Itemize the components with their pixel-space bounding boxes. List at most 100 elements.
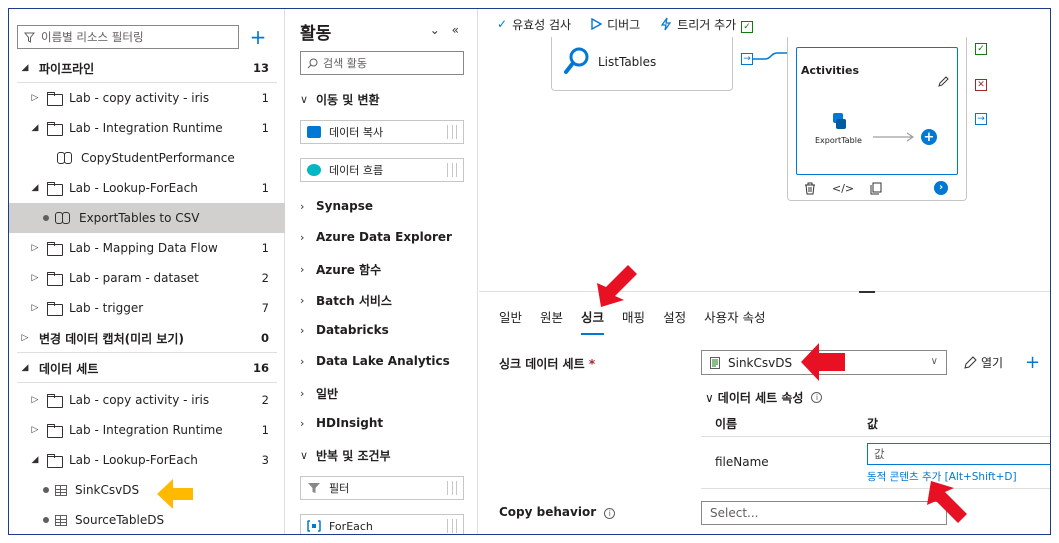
category-iteration-conditionals[interactable]: ∨ 반복 및 조건부 bbox=[300, 447, 391, 464]
category-databricks[interactable]: › Databricks bbox=[300, 323, 389, 337]
add-trigger-button[interactable]: 트리거 추가 bbox=[660, 16, 736, 33]
tab-source[interactable]: 원본 bbox=[540, 307, 563, 335]
validate-button[interactable]: ✓ 유효성 검사 bbox=[497, 16, 571, 33]
open-label: 열기 bbox=[981, 356, 1004, 370]
section-pipelines[interactable]: ◢ 파이프라인 13 bbox=[9, 53, 285, 83]
add-dynamic-content-link[interactable]: 동적 콘텐츠 추가 [Alt+Shift+D] bbox=[867, 469, 1017, 484]
tree-pipeline[interactable]: CopyStudentPerformance bbox=[9, 143, 285, 173]
folder-count: 2 bbox=[261, 271, 269, 285]
category-hdinsight[interactable]: › HDInsight bbox=[300, 416, 383, 430]
category-azure-data-explorer[interactable]: › Azure Data Explorer bbox=[300, 230, 452, 244]
dataset-file-icon bbox=[710, 356, 720, 369]
folder-label: Lab - copy activity - iris bbox=[69, 91, 210, 105]
node-toolbar: </> bbox=[804, 182, 882, 195]
unsaved-dot-icon bbox=[43, 517, 49, 523]
completion-port-icon[interactable]: → bbox=[741, 53, 753, 65]
section-datasets[interactable]: ◢ 데이터 세트 16 bbox=[9, 353, 285, 383]
go-arrow-icon[interactable]: › bbox=[934, 181, 948, 195]
section-count: 16 bbox=[252, 361, 269, 375]
activity-data-flow[interactable]: 데이터 흐름 bbox=[300, 158, 464, 182]
folder-icon bbox=[47, 242, 63, 256]
collapse-icon[interactable]: ⌄ « bbox=[430, 23, 463, 37]
failure-port-icon[interactable]: ✕ bbox=[975, 79, 987, 91]
adf-authoring-window: 이름별 리소스 필터링 + ◢ 파이프라인 13 ▷ Lab - copy ac… bbox=[8, 8, 1051, 535]
edit-pencil-icon[interactable] bbox=[937, 76, 949, 88]
drag-handle-icon[interactable] bbox=[447, 519, 457, 533]
new-dataset-icon[interactable]: + bbox=[1025, 350, 1040, 375]
pipeline-icon bbox=[55, 212, 73, 224]
tree-folder[interactable]: ◢ Lab - Lookup-ForEach 3 bbox=[9, 445, 285, 475]
drag-handle-icon[interactable] bbox=[447, 125, 457, 139]
dropdown-placeholder: Select... bbox=[710, 506, 759, 520]
section-count: 13 bbox=[252, 61, 269, 75]
pipeline-canvas[interactable]: ✓ 유효성 검사 디버그 트리거 추가 ListTables ✓ → Activ… bbox=[479, 9, 1050, 534]
category-batch[interactable]: › Batch 서비스 bbox=[300, 292, 392, 309]
folder-label: Lab - Integration Runtime bbox=[69, 423, 223, 437]
collapsed-triangle-icon: ▷ bbox=[31, 243, 39, 253]
search-icon bbox=[307, 58, 318, 68]
tab-user-properties[interactable]: 사용자 속성 bbox=[704, 307, 765, 335]
delete-icon[interactable] bbox=[804, 182, 816, 195]
drag-handle-icon[interactable] bbox=[447, 481, 457, 495]
chevron-right-icon: › bbox=[300, 354, 305, 368]
code-icon[interactable]: </> bbox=[832, 182, 854, 195]
tree-folder[interactable]: ▷ Lab - Integration Runtime 1 bbox=[9, 415, 285, 445]
tree-folder[interactable]: ▷ Lab - copy activity - iris 1 bbox=[9, 83, 285, 113]
tree-folder[interactable]: ▷ Lab - copy activity - iris 2 bbox=[9, 385, 285, 415]
dataset-properties-header[interactable]: ∨ 데이터 세트 속성 i bbox=[705, 389, 823, 406]
activity-copy-data[interactable]: 데이터 복사 bbox=[300, 120, 464, 144]
folder-icon bbox=[47, 92, 63, 106]
tree-folder[interactable]: ▷ Lab - Mapping Data Flow 1 bbox=[9, 233, 285, 263]
tree-folder[interactable]: ◢ Lab - Lookup-ForEach 1 bbox=[9, 173, 285, 203]
pipeline-label: ExportTables to CSV bbox=[79, 211, 200, 225]
foreach-inner-activities[interactable]: Activities ExportTable + bbox=[796, 47, 958, 175]
section-change-data-capture[interactable]: ▷ 변경 데이터 캡처(미리 보기) 0 bbox=[9, 323, 285, 353]
success-port-icon[interactable]: ✓ bbox=[741, 21, 753, 33]
debug-button[interactable]: 디버그 bbox=[591, 16, 640, 33]
tab-sink[interactable]: 싱크 bbox=[581, 307, 605, 335]
category-label: HDInsight bbox=[316, 416, 384, 430]
activity-search-input[interactable]: 검색 활동 bbox=[300, 51, 464, 75]
success-port-icon[interactable]: ✓ bbox=[975, 43, 987, 55]
section-label: 변경 데이터 캡처(미리 보기) bbox=[39, 331, 184, 346]
tree-dataset[interactable]: SourceTableDS bbox=[9, 505, 285, 534]
category-move-transform[interactable]: ∨ 이동 및 변환 bbox=[300, 91, 380, 108]
tab-general[interactable]: 일반 bbox=[499, 307, 522, 335]
tree-pipeline-selected[interactable]: ExportTables to CSV bbox=[9, 203, 285, 233]
splitter-grip-icon[interactable] bbox=[859, 291, 875, 293]
tree-folder[interactable]: ▷ Lab - trigger 7 bbox=[9, 293, 285, 323]
folder-label: Lab - Lookup-ForEach bbox=[69, 453, 198, 467]
folder-icon bbox=[47, 302, 63, 316]
tree-dataset[interactable]: SinkCsvDS bbox=[9, 475, 285, 505]
sink-dataset-dropdown[interactable]: SinkCsvDS ∨ bbox=[701, 350, 947, 375]
folder-icon bbox=[47, 454, 63, 468]
drag-handle-icon[interactable] bbox=[447, 163, 457, 177]
folder-label: Lab - Mapping Data Flow bbox=[69, 241, 218, 255]
resource-filter-input[interactable]: 이름별 리소스 필터링 bbox=[17, 25, 239, 49]
foreach-activity-node[interactable]: Activities ExportTable + </> › bbox=[787, 37, 967, 201]
add-resource-button[interactable]: + bbox=[247, 25, 269, 49]
category-azure-functions[interactable]: › Azure 함수 bbox=[300, 261, 381, 278]
param-value-input[interactable]: 값 bbox=[867, 443, 1050, 465]
completion-port-icon[interactable]: → bbox=[975, 113, 987, 125]
panel-splitter[interactable] bbox=[479, 291, 1050, 292]
activity-filter[interactable]: 필터 bbox=[300, 476, 464, 500]
chevron-down-icon: ∨ bbox=[300, 449, 309, 462]
tab-mapping[interactable]: 매핑 bbox=[622, 307, 645, 335]
activity-node-listtables[interactable]: ListTables bbox=[551, 37, 733, 91]
tree-folder[interactable]: ◢ Lab - Integration Runtime 1 bbox=[9, 113, 285, 143]
category-general[interactable]: › 일반 bbox=[300, 385, 338, 402]
activity-foreach[interactable]: ForEach bbox=[300, 514, 464, 534]
copy-behavior-dropdown[interactable]: Select... bbox=[701, 501, 947, 525]
tree-folder[interactable]: ▷ Lab - param - dataset 2 bbox=[9, 263, 285, 293]
add-activity-icon[interactable]: + bbox=[921, 129, 937, 145]
category-data-lake-analytics[interactable]: › Data Lake Analytics bbox=[300, 354, 450, 368]
tab-settings[interactable]: 설정 bbox=[663, 307, 686, 335]
section-label: 파이프라인 bbox=[39, 61, 95, 76]
folder-icon bbox=[47, 394, 63, 408]
category-synapse[interactable]: › Synapse bbox=[300, 199, 373, 213]
table-icon bbox=[55, 514, 67, 526]
open-dataset-button[interactable]: 열기 bbox=[963, 350, 1003, 375]
clone-icon[interactable] bbox=[870, 182, 882, 195]
chevron-down-icon: ∨ bbox=[930, 356, 938, 367]
